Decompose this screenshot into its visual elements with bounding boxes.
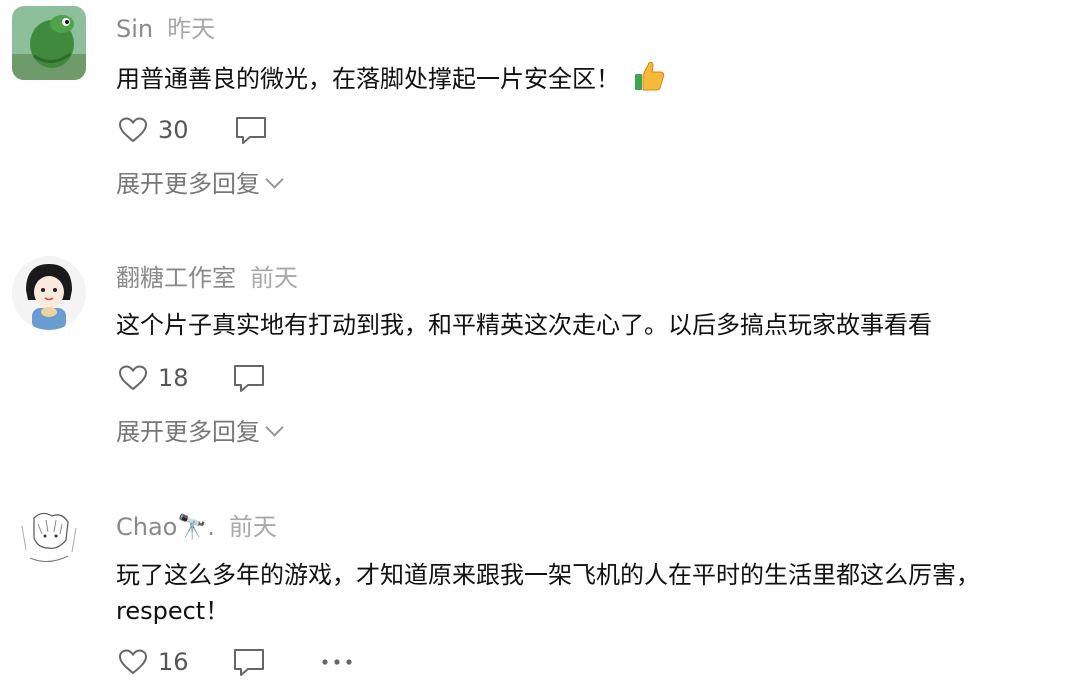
avatar[interactable] xyxy=(12,506,86,580)
manga-avatar-icon xyxy=(12,506,86,580)
expand-replies-button[interactable]: 展开更多回复 xyxy=(116,412,284,447)
frog-avatar-icon xyxy=(12,6,86,80)
comment-actions: 16 xyxy=(118,644,354,680)
comment-text: 玩了这么多年的游戏，才知道原来跟我一架飞机的人在平时的生活里都这么厉害，resp… xyxy=(116,557,1056,629)
comment-username[interactable]: 翻糖工作室 前天 xyxy=(116,258,298,293)
comment-time: 前天 xyxy=(228,513,277,541)
username-text: 翻糖工作室 xyxy=(116,264,236,292)
expand-replies-label: 展开更多回复 xyxy=(116,418,260,446)
expand-replies-button[interactable]: 展开更多回复 xyxy=(116,164,284,199)
thumbs-up-icon xyxy=(634,61,664,91)
username-text: Chao🔭. xyxy=(116,513,215,541)
comment-text-content: 这个片子真实地有打动到我，和平精英这次走心了。以后多搞点玩家故事看看 xyxy=(116,311,932,339)
expand-replies-label: 展开更多回复 xyxy=(116,170,260,198)
avatar[interactable] xyxy=(12,256,86,330)
avatar[interactable] xyxy=(12,6,86,80)
comment-text-content: 用普通善良的微光，在落脚处撑起一片安全区！ xyxy=(116,65,620,93)
comment-time: 前天 xyxy=(250,264,298,292)
reply-comment-icon[interactable] xyxy=(232,647,266,677)
like-count: 18 xyxy=(158,364,189,392)
comment-username[interactable]: Chao🔭. 前天 xyxy=(116,507,277,542)
like-heart-icon[interactable] xyxy=(118,364,148,392)
comment-actions: 30 xyxy=(118,112,268,148)
chevron-down-icon xyxy=(265,170,284,189)
more-options-icon[interactable] xyxy=(320,657,354,667)
comment-time: 昨天 xyxy=(167,15,216,43)
comment-username[interactable]: Sin 昨天 xyxy=(116,9,215,44)
reply-comment-icon[interactable] xyxy=(232,363,266,393)
username-text: Sin xyxy=(116,15,154,43)
chevron-down-icon xyxy=(265,418,284,437)
like-count: 30 xyxy=(158,116,189,144)
comment-text: 这个片子真实地有打动到我，和平精英这次走心了。以后多搞点玩家故事看看 xyxy=(116,307,1056,343)
comment-actions: 18 xyxy=(118,360,266,396)
comment-text: 用普通善良的微光，在落脚处撑起一片安全区！ xyxy=(116,59,1056,97)
girl-avatar-icon xyxy=(12,256,86,330)
like-heart-icon[interactable] xyxy=(118,116,148,144)
comment-text-content: 玩了这么多年的游戏，才知道原来跟我一架飞机的人在平时的生活里都这么厉害，resp… xyxy=(116,561,980,625)
reply-comment-icon[interactable] xyxy=(234,115,268,145)
